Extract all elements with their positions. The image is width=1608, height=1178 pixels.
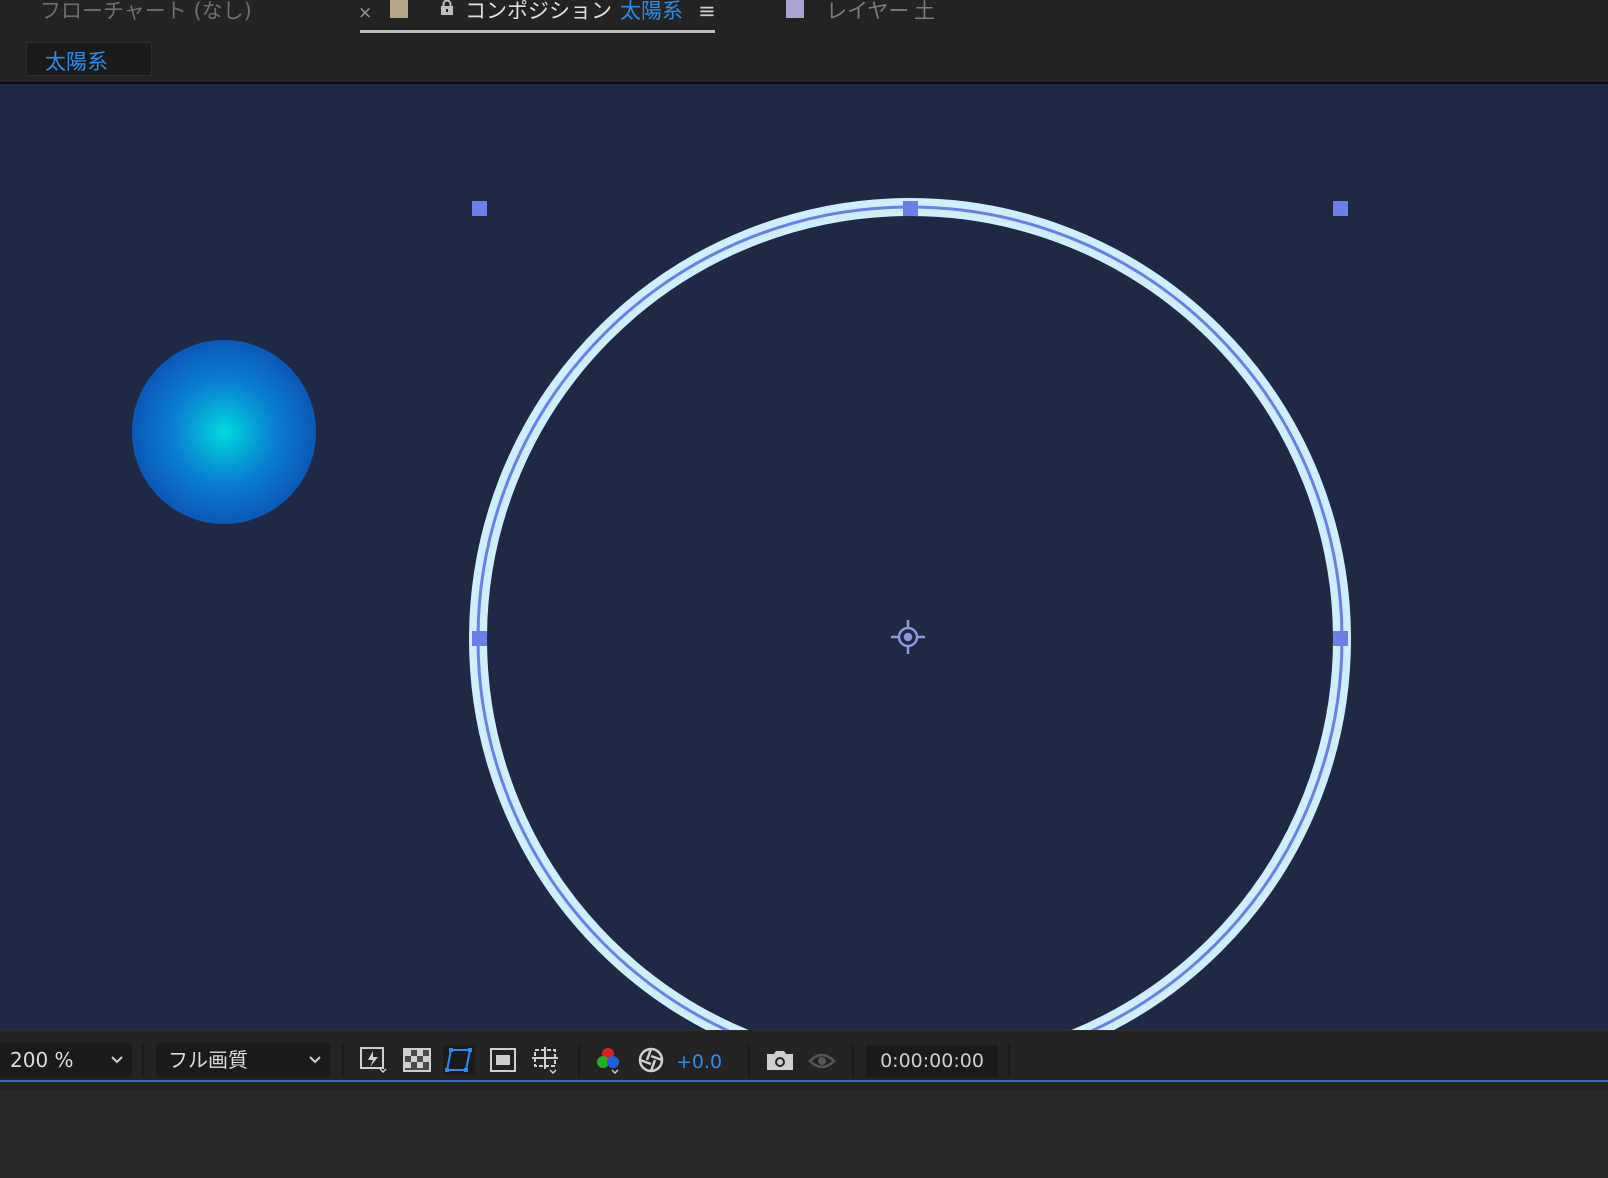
resolution-dropdown[interactable]: フル画質 [156,1043,330,1077]
toolbar-separator [142,1045,144,1077]
transparency-grid-icon[interactable] [401,1045,433,1075]
chevron-down-icon [111,1056,123,1064]
bounding-box-handle[interactable] [1333,201,1348,216]
exposure-value[interactable]: +0.0 [676,1051,722,1073]
lower-panel [0,1090,1608,1178]
composition-color-swatch [390,0,408,18]
tab-flowchart[interactable]: フローチャート (なし) [40,0,252,30]
tab-layer-prefix: レイヤー [826,0,910,23]
zoom-dropdown[interactable]: 200 % [0,1043,132,1077]
panel-header: フローチャート (なし) × コンポジション 太陽系 ≡ レイヤー 土 太陽系 [0,0,1608,84]
panel-focus-indicator [0,1080,1608,1082]
layer-color-swatch [786,0,804,18]
resolution-value: フル画質 [168,1048,248,1072]
region-of-interest-icon[interactable] [487,1045,519,1075]
tab-flowchart-label: フローチャート (なし) [40,0,252,23]
zoom-value: 200 % [10,1048,74,1072]
mask-visibility-icon[interactable] [443,1045,475,1075]
planet-layer[interactable] [132,340,316,524]
exposure-reset-icon[interactable] [635,1045,667,1075]
panel-menu-icon[interactable]: ≡ [698,0,716,22]
tab-layer-name: 土 [914,0,935,23]
close-icon[interactable]: × [358,2,372,24]
bounding-box-handle[interactable] [1333,631,1348,646]
orbit-ring-layer[interactable] [469,198,1351,1030]
bounding-box-handle[interactable] [903,201,918,216]
viewer-canvas[interactable] [0,84,1608,1030]
tab-composition-prefix: コンポジション [465,0,612,23]
timecode-value: 0:00:00:00 [880,1050,984,1072]
breadcrumb-label: 太陽系 [45,50,108,74]
toolbar-separator [852,1045,854,1077]
lock-icon[interactable] [440,0,454,16]
breadcrumb[interactable]: 太陽系 [26,42,152,76]
toolbar-separator [1008,1045,1010,1077]
anchor-point-icon[interactable] [891,620,925,654]
show-snapshot-icon[interactable] [806,1045,838,1075]
viewer-toolbar: 200 % フル画質 +0.0 0:00:00:00 [0,1030,1608,1091]
tab-composition-name: 太陽系 [620,0,683,23]
fast-previews-icon[interactable] [358,1045,390,1075]
channels-icon[interactable] [592,1045,624,1075]
active-tab-underline [360,30,715,33]
toolbar-separator [578,1045,580,1077]
composition-viewer[interactable] [0,84,1608,1030]
bounding-box-handle[interactable] [472,631,487,646]
current-time-display[interactable]: 0:00:00:00 [866,1045,998,1077]
grid-guides-icon[interactable] [530,1045,562,1075]
bounding-box-handle[interactable] [472,201,487,216]
camera-icon[interactable] [764,1045,796,1075]
toolbar-separator [342,1045,344,1077]
chevron-down-icon [309,1056,321,1064]
toolbar-separator [748,1045,750,1077]
